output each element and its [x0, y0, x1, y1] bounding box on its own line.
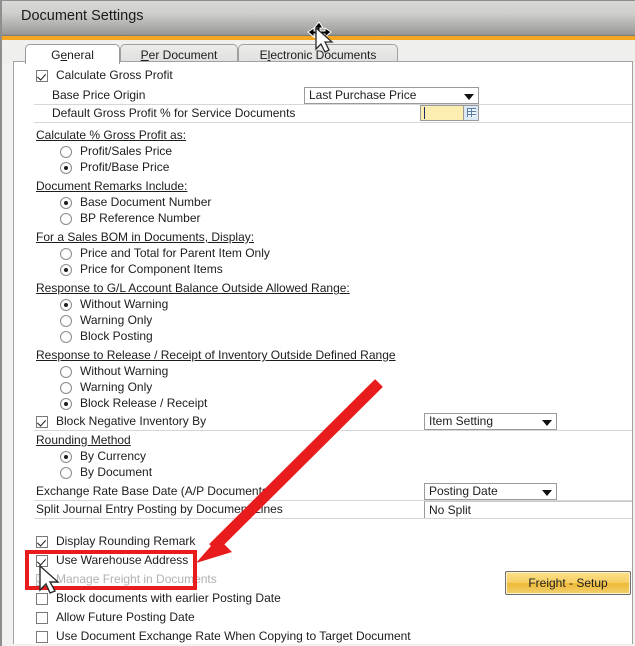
label-block-documents-earlier-posting-date: Block documents with earlier Posting Dat…: [56, 591, 281, 606]
label-by-document: By Document: [80, 465, 152, 480]
group-label-sales-bom-display: For a Sales BOM in Documents, Display:: [36, 230, 254, 245]
radio-price-total-parent-item-only[interactable]: [60, 248, 72, 260]
label-by-currency: By Currency: [80, 449, 146, 464]
text-caret: [424, 107, 425, 119]
checkbox-calculate-gross-profit[interactable]: [36, 70, 48, 82]
label-gl-warning-only: Warning Only: [80, 313, 152, 328]
input-default-gross-profit[interactable]: [420, 105, 479, 121]
group-label-rounding-method: Rounding Method: [36, 433, 131, 448]
radio-gl-without-warning[interactable]: [60, 299, 72, 311]
label-price-total-parent-item-only: Price and Total for Parent Item Only: [80, 246, 270, 261]
radio-inv-warning-only[interactable]: [60, 382, 72, 394]
label-allow-future-posting-date: Allow Future Posting Date: [56, 610, 195, 625]
freight-setup-button-label: Freight - Setup: [528, 576, 607, 590]
radio-profit-sales-price[interactable]: [60, 146, 72, 158]
label-block-negative-inventory: Block Negative Inventory By: [56, 414, 206, 429]
window-titlebar[interactable]: Document Settings: [2, 1, 635, 36]
label-exchange-rate-base-date: Exchange Rate Base Date (A/P Documents): [36, 484, 272, 499]
radio-base-document-number[interactable]: [60, 197, 72, 209]
label-use-document-exchange-rate: Use Document Exchange Rate When Copying …: [56, 629, 411, 644]
label-bp-reference-number: BP Reference Number: [80, 211, 201, 226]
window-title: Document Settings: [21, 8, 144, 24]
input-split-journal-entry[interactable]: No Split: [424, 501, 633, 518]
label-profit-sales-price: Profit/Sales Price: [80, 144, 172, 159]
radio-inv-block-release-receipt[interactable]: [60, 398, 72, 410]
dropdown-block-negative-inventory-value: Item Setting: [429, 414, 493, 429]
checkbox-allow-future-posting-date[interactable]: [36, 612, 48, 624]
group-label-calc-gross-profit-as: Calculate % Gross Profit as:: [36, 128, 186, 143]
dropdown-base-price-origin-value: Last Purchase Price: [309, 88, 416, 103]
checkbox-manage-freight-in-documents: [36, 574, 48, 586]
general-tab-panel: Calculate Gross Profit Base Price Origin…: [13, 61, 633, 644]
label-inv-block-release-receipt: Block Release / Receipt: [80, 396, 207, 411]
checkbox-use-document-exchange-rate[interactable]: [36, 631, 48, 643]
label-base-document-number: Base Document Number: [80, 195, 211, 210]
radio-bp-reference-number[interactable]: [60, 213, 72, 225]
dropdown-exchange-rate-base-date-value: Posting Date: [429, 484, 498, 499]
chevron-down-icon: [464, 94, 474, 100]
label-display-rounding-remark: Display Rounding Remark: [56, 534, 195, 549]
label-split-journal-entry: Split Journal Entry Posting by Document …: [36, 502, 283, 517]
label-calculate-gross-profit: Calculate Gross Profit: [56, 68, 173, 83]
chevron-down-icon: [542, 420, 552, 426]
checkbox-use-warehouse-address[interactable]: [36, 555, 48, 567]
freight-setup-button[interactable]: Freight - Setup: [505, 571, 631, 595]
label-use-warehouse-address: Use Warehouse Address: [56, 553, 188, 568]
label-gl-block-posting: Block Posting: [80, 329, 153, 344]
tab-general[interactable]: General: [25, 44, 120, 64]
label-inv-without-warning: Without Warning: [80, 364, 168, 379]
chevron-down-icon: [542, 490, 552, 496]
label-base-price-origin: Base Price Origin: [52, 88, 145, 103]
radio-inv-without-warning[interactable]: [60, 366, 72, 378]
document-settings-window: Document Settings General Per Document E…: [0, 0, 635, 646]
accent-bar-shadow: [2, 40, 635, 42]
calculator-icon-button[interactable]: [463, 106, 478, 120]
group-label-inventory-release-response: Response to Release / Receipt of Invento…: [36, 348, 396, 363]
label-manage-freight-in-documents: Manage Freight in Documents: [56, 572, 217, 587]
dropdown-exchange-rate-base-date[interactable]: Posting Date: [424, 483, 557, 500]
label-default-gross-profit: Default Gross Profit % for Service Docum…: [52, 106, 295, 121]
dropdown-base-price-origin[interactable]: Last Purchase Price: [304, 87, 479, 104]
label-gl-without-warning: Without Warning: [80, 297, 168, 312]
radio-price-for-component-items[interactable]: [60, 264, 72, 276]
checkbox-block-documents-earlier-posting-date[interactable]: [36, 593, 48, 605]
checkbox-block-negative-inventory[interactable]: [36, 416, 48, 428]
label-price-for-component-items: Price for Component Items: [80, 262, 223, 277]
radio-by-document[interactable]: [60, 467, 72, 479]
dropdown-block-negative-inventory[interactable]: Item Setting: [424, 413, 557, 430]
label-profit-base-price: Profit/Base Price: [80, 160, 169, 175]
group-label-document-remarks-include: Document Remarks Include:: [36, 179, 187, 194]
radio-gl-warning-only[interactable]: [60, 315, 72, 327]
calculator-icon: [467, 108, 476, 117]
label-inv-warning-only: Warning Only: [80, 380, 152, 395]
group-label-gl-balance-response: Response to G/L Account Balance Outside …: [36, 281, 350, 296]
radio-by-currency[interactable]: [60, 451, 72, 463]
checkbox-display-rounding-remark[interactable]: [36, 536, 48, 548]
radio-gl-block-posting[interactable]: [60, 331, 72, 343]
radio-profit-base-price[interactable]: [60, 162, 72, 174]
